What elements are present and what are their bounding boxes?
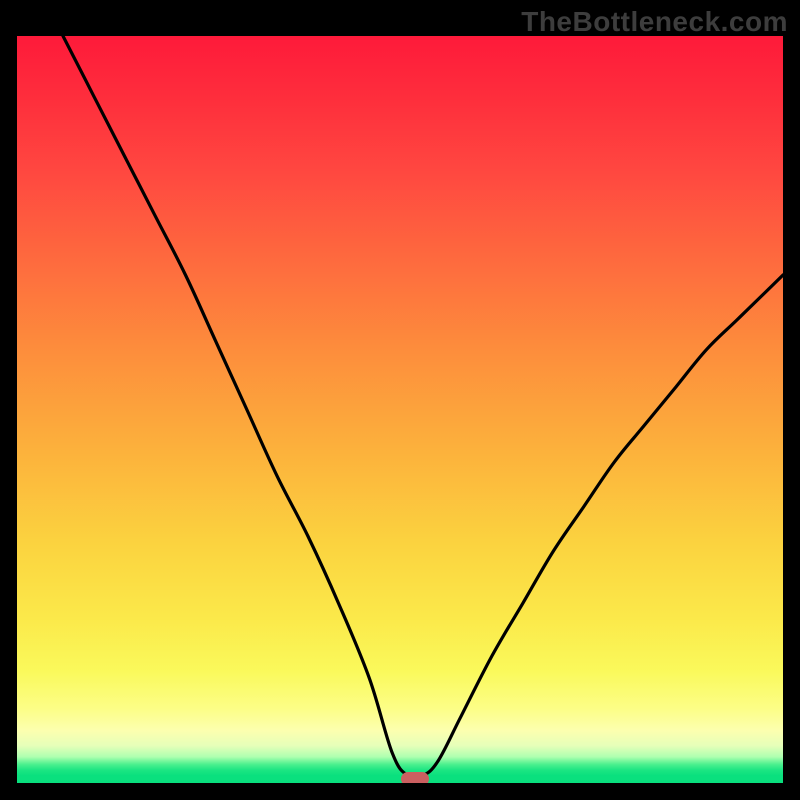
- chart-container: TheBottleneck.com: [0, 0, 800, 800]
- watermark-text: TheBottleneck.com: [521, 6, 788, 38]
- plot-area: [17, 36, 783, 783]
- optimum-marker: [401, 772, 429, 783]
- bottleneck-curve: [17, 36, 783, 783]
